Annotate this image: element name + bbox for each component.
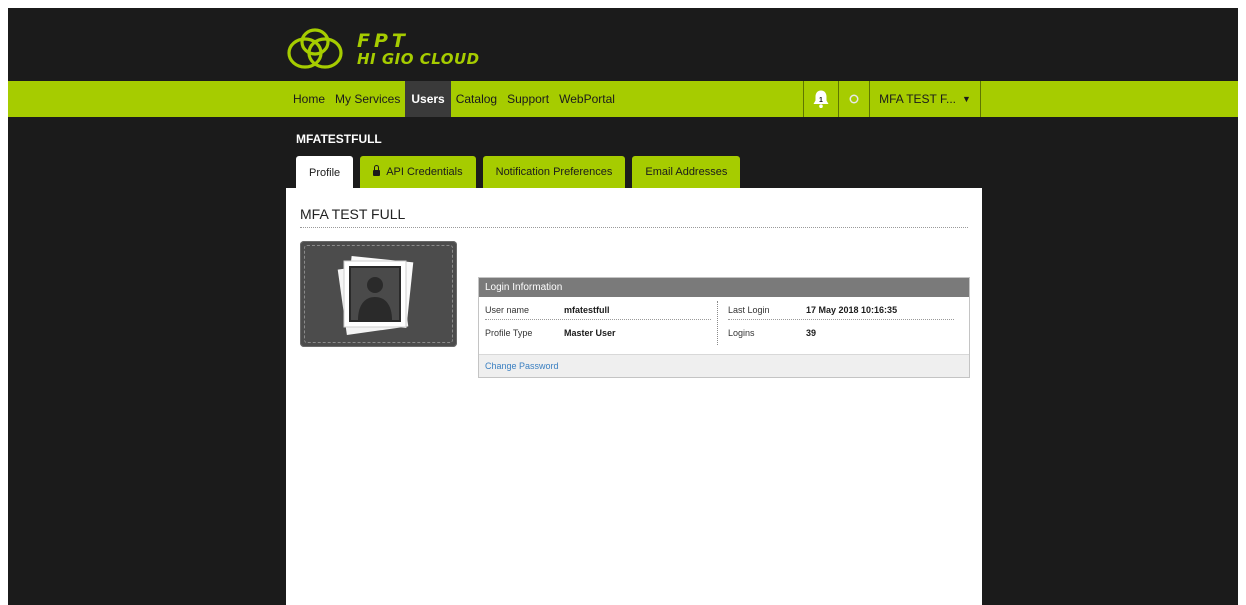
bell-icon: 1 (813, 90, 829, 108)
avatar[interactable] (300, 241, 457, 347)
tab-profile-label: Profile (309, 166, 341, 179)
nav-catalog[interactable]: Catalog (451, 81, 502, 117)
row-divider (728, 319, 954, 320)
logins-value: 39 (806, 328, 817, 338)
page-frame: FPT HI GIO CLOUD Home My Services Users … (8, 8, 1238, 605)
user-full-name: MFA TEST FULL (300, 206, 406, 222)
row-divider (485, 319, 711, 320)
fpt-logo-icon (287, 28, 343, 69)
status-button[interactable] (838, 81, 869, 117)
lock-icon (373, 165, 381, 176)
main-nav: Home My Services Users Catalog Support W… (288, 81, 620, 117)
brand-logo[interactable]: FPT HI GIO CLOUD (285, 24, 480, 74)
change-password-link[interactable]: Change Password (485, 361, 559, 371)
login-info-grid: User name mfatestfull Profile Type Maste… (479, 297, 969, 353)
user-menu-button[interactable]: MFA TEST F... ▼ (869, 81, 981, 117)
tab-notification-preferences[interactable]: Notification Preferences (482, 156, 626, 188)
notifications-button[interactable]: 1 (803, 81, 838, 117)
profile-panel: MFA TEST FULL Login Information User nam… (286, 188, 982, 605)
tab-email-addresses[interactable]: Email Addresses (632, 156, 741, 188)
column-divider (717, 301, 718, 345)
user-name-value: mfatestfull (564, 305, 610, 315)
nav-support[interactable]: Support (502, 81, 554, 117)
title-divider (300, 227, 968, 228)
nav-users[interactable]: Users (405, 81, 451, 117)
profile-type-value: Master User (564, 328, 616, 338)
user-name-label: User name (485, 305, 530, 315)
tab-notification-preferences-label: Notification Preferences (495, 166, 613, 178)
account-title: MFATESTFULL (296, 132, 382, 146)
check-circle-icon (849, 94, 859, 104)
tab-profile[interactable]: Profile (296, 156, 354, 189)
nav-home[interactable]: Home (288, 81, 330, 117)
last-login-label: Last Login (728, 305, 770, 315)
login-information-card: Login Information User name mfatestfull … (478, 277, 970, 378)
nav-my-services[interactable]: My Services (330, 81, 405, 117)
tab-api-credentials[interactable]: API Credentials (360, 156, 476, 188)
brand-line1: FPT (357, 29, 409, 52)
brand-line2: HI GIO CLOUD (357, 49, 480, 68)
caret-down-icon: ▼ (962, 94, 971, 104)
brand-wordmark: FPT HI GIO CLOUD (357, 29, 480, 68)
login-info-footer: Change Password (479, 354, 969, 377)
user-menu-label: MFA TEST F... (879, 92, 956, 106)
nav-utilities: 1 MFA TEST F... ▼ (803, 81, 981, 117)
user-silhouette-icon (337, 255, 414, 335)
tab-email-addresses-label: Email Addresses (645, 166, 728, 178)
login-info-header: Login Information (479, 278, 969, 297)
logins-label: Logins (728, 328, 755, 338)
profile-tabs: Profile API Credentials Notification Pre… (296, 156, 747, 189)
tab-api-credentials-label: API Credentials (386, 166, 463, 178)
last-login-value: 17 May 2018 10:16:35 (806, 305, 898, 315)
notification-count: 1 (819, 97, 823, 104)
nav-webportal[interactable]: WebPortal (554, 81, 620, 117)
top-navbar: Home My Services Users Catalog Support W… (8, 81, 1238, 117)
profile-type-label: Profile Type (485, 328, 533, 338)
